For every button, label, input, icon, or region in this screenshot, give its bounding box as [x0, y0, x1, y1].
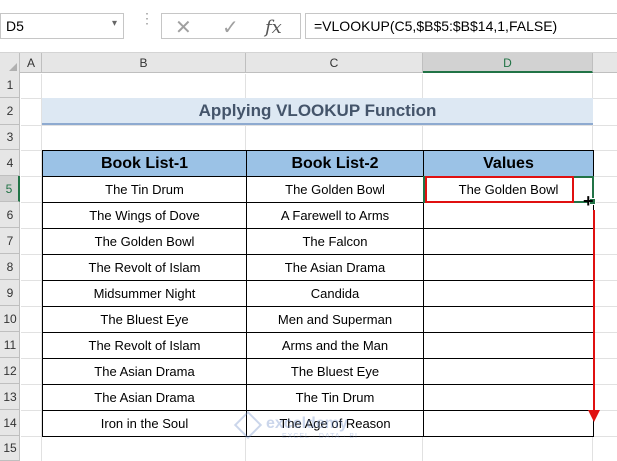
drag-arrow-line [593, 210, 595, 412]
row-header-9[interactable]: 9 [0, 280, 20, 306]
select-all-button[interactable] [0, 53, 20, 73]
crosshair-cursor-icon: + [583, 191, 594, 211]
insert-function-icon[interactable]: fx [265, 17, 282, 38]
row-header-10[interactable]: 10 [0, 306, 20, 332]
cell-b6[interactable]: The Wings of Dove [42, 202, 247, 229]
cell-c6[interactable]: A Farewell to Arms [246, 202, 424, 229]
cell-b7[interactable]: The Golden Bowl [42, 228, 247, 255]
cell-c9[interactable]: Candida [246, 280, 424, 307]
column-header-a[interactable]: A [21, 53, 42, 73]
enter-icon[interactable]: ✓ [222, 15, 239, 40]
table-row: The Asian Drama The Bluest Eye [42, 358, 594, 385]
cell-b9[interactable]: Midsummer Night [42, 280, 247, 307]
row-header-3[interactable]: 3 [0, 125, 20, 150]
row-header-4[interactable]: 4 [0, 150, 20, 176]
name-box[interactable]: D5 ▾ [0, 13, 124, 39]
cell-c12[interactable]: The Bluest Eye [246, 358, 424, 385]
table-row: The Golden Bowl The Falcon [42, 228, 594, 255]
cell-d13[interactable] [423, 384, 594, 411]
cell-b12[interactable]: The Asian Drama [42, 358, 247, 385]
cell-b13[interactable]: The Asian Drama [42, 384, 247, 411]
cell-c11[interactable]: Arms and the Man [246, 332, 424, 359]
table-row: The Bluest Eye Men and Superman [42, 306, 594, 333]
grip-icon: ⋮ [140, 10, 154, 26]
cell-d11[interactable] [423, 332, 594, 359]
name-box-value: D5 [6, 18, 24, 34]
header-values[interactable]: Values [423, 150, 594, 177]
cell-d7[interactable] [423, 228, 594, 255]
cell-d8[interactable] [423, 254, 594, 281]
row-header-14[interactable]: 14 [0, 410, 20, 436]
row-header-13[interactable]: 13 [0, 384, 20, 410]
formula-bar: D5 ▾ ⋮ ✕ ✓ fx =VLOOKUP(C5,$B$5:$B$14,1,F… [0, 0, 617, 53]
row-header-8[interactable]: 8 [0, 254, 20, 280]
cell-d14[interactable] [423, 410, 594, 437]
cell-d10[interactable] [423, 306, 594, 333]
row-header-2[interactable]: 2 [0, 98, 20, 125]
table-row: The Asian Drama The Tin Drum [42, 384, 594, 411]
sheet-title[interactable]: Applying VLOOKUP Function [42, 98, 593, 125]
watermark-tagline: EXCEL · DATA · BI [282, 433, 358, 440]
row-header-1[interactable]: 1 [0, 73, 20, 98]
row-header-7[interactable]: 7 [0, 228, 20, 254]
cell-b8[interactable]: The Revolt of Islam [42, 254, 247, 281]
row-header-5[interactable]: 5 [0, 176, 20, 202]
row-header-12[interactable]: 12 [0, 358, 20, 384]
table-row: The Wings of Dove A Farewell to Arms [42, 202, 594, 229]
cell-c10[interactable]: Men and Superman [246, 306, 424, 333]
cell-c8[interactable]: The Asian Drama [246, 254, 424, 281]
formula-input[interactable]: =VLOOKUP(C5,$B$5:$B$14,1,FALSE) [305, 13, 617, 39]
cell-c5[interactable]: The Golden Bowl [246, 176, 424, 203]
header-book-list-2[interactable]: Book List-2 [246, 150, 424, 177]
table-row: The Revolt of Islam The Asian Drama [42, 254, 594, 281]
column-header-c[interactable]: C [246, 53, 423, 73]
header-book-list-1[interactable]: Book List-1 [42, 150, 247, 177]
table-row: Midsummer Night Candida [42, 280, 594, 307]
cell-b10[interactable]: The Bluest Eye [42, 306, 247, 333]
row-header-6[interactable]: 6 [0, 202, 20, 228]
cell-c13[interactable]: The Tin Drum [246, 384, 424, 411]
column-header-b[interactable]: B [42, 53, 246, 73]
cell-b14[interactable]: Iron in the Soul [42, 410, 247, 437]
row-headers: 1 2 3 4 5 6 7 8 9 10 11 12 13 14 15 [0, 73, 20, 461]
highlight-box [425, 176, 574, 203]
cell-b11[interactable]: The Revolt of Islam [42, 332, 247, 359]
cancel-icon[interactable]: ✕ [175, 15, 192, 40]
row-header-11[interactable]: 11 [0, 332, 20, 358]
column-header-d[interactable]: D [423, 53, 593, 73]
cell-b5[interactable]: The Tin Drum [42, 176, 247, 203]
cell-d12[interactable] [423, 358, 594, 385]
chevron-down-icon[interactable]: ▾ [112, 18, 117, 29]
row-header-15[interactable]: 15 [0, 436, 20, 461]
arrow-down-icon [588, 410, 600, 422]
column-headers: A B C D [0, 53, 617, 73]
formula-text: =VLOOKUP(C5,$B$5:$B$14,1,FALSE) [314, 18, 558, 34]
cell-d6[interactable] [423, 202, 594, 229]
cell-c7[interactable]: The Falcon [246, 228, 424, 255]
table-row: The Revolt of Islam Arms and the Man [42, 332, 594, 359]
watermark-name: exceldemy [266, 415, 348, 432]
formula-buttons: ✕ ✓ fx [161, 13, 301, 39]
cell-d9[interactable] [423, 280, 594, 307]
